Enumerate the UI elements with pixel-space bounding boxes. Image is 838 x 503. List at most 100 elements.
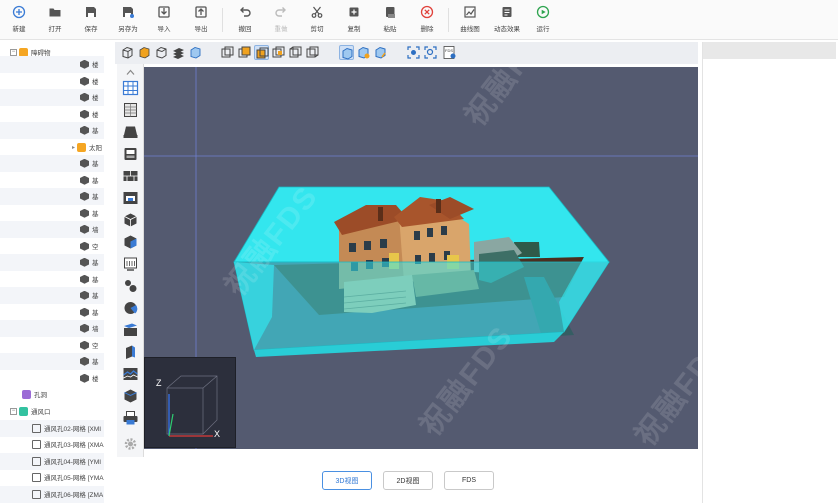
tree-item[interactable]: 基 xyxy=(0,155,104,172)
save-as-button[interactable]: 另存为 xyxy=(113,5,143,35)
animation-button[interactable]: 动态效果 xyxy=(492,5,522,35)
view-top-icon xyxy=(289,46,302,58)
select-mode-button[interactable] xyxy=(339,45,354,60)
tool-grid-button[interactable] xyxy=(122,80,139,96)
fds-settings-button[interactable]: FDS xyxy=(442,45,457,60)
tree-item[interactable]: 基 xyxy=(0,122,104,139)
redo-button[interactable]: 重做 xyxy=(266,5,296,35)
new-button[interactable]: 新建 xyxy=(4,5,34,35)
tree-item[interactable]: 楼 xyxy=(0,73,104,90)
export-button[interactable]: 导出 xyxy=(186,5,216,35)
import-button[interactable]: 导入 xyxy=(149,5,179,35)
tool-model-button[interactable] xyxy=(122,388,139,404)
tree-item-label: 楼 xyxy=(92,376,99,384)
tree-item[interactable]: 楼 xyxy=(0,89,104,106)
tool-sprinkler-button[interactable] xyxy=(122,234,139,250)
group-icon xyxy=(77,142,87,152)
delete-button[interactable]: 删除 xyxy=(412,5,442,35)
tool-slice-button[interactable] xyxy=(122,322,139,338)
tool-mesh-button[interactable] xyxy=(122,102,139,118)
tree-item[interactable]: 基 xyxy=(0,188,104,205)
tree-item[interactable]: 基 xyxy=(0,353,104,370)
wireframe-view-button[interactable] xyxy=(120,45,135,60)
import-icon xyxy=(158,6,170,18)
tool-device-button[interactable] xyxy=(122,344,139,360)
tree-node-holes[interactable]: 孔洞 xyxy=(0,386,104,403)
transparent-view-button[interactable] xyxy=(188,45,203,60)
tree-item-group[interactable]: ▸ 太阳 xyxy=(0,139,104,156)
fit-view-button[interactable] xyxy=(406,45,421,60)
view-left-icon xyxy=(256,47,269,59)
tree-item[interactable]: 基 xyxy=(0,205,104,222)
view-bottom-button[interactable] xyxy=(305,45,320,60)
vent-icon xyxy=(32,472,41,482)
tree-item[interactable]: 基 xyxy=(0,172,104,189)
move-mode-button[interactable] xyxy=(356,45,371,60)
tree-item[interactable]: 基 xyxy=(0,254,104,271)
tree-item[interactable]: 楼 xyxy=(0,370,104,387)
hole-icon xyxy=(22,389,31,399)
paste-icon xyxy=(386,7,395,18)
view-top-button[interactable] xyxy=(288,45,303,60)
tool-floor-button[interactable] xyxy=(122,190,139,206)
tool-vent-button[interactable] xyxy=(122,256,139,272)
tree-item[interactable]: 墙 xyxy=(0,221,104,238)
expand-arrow-icon[interactable]: ▸ xyxy=(72,144,75,151)
tool-wall-button[interactable] xyxy=(122,168,139,184)
rotate-mode-button[interactable] xyxy=(373,45,388,60)
tree-node-vents[interactable]: − 通风口 xyxy=(0,403,104,420)
chart-button[interactable]: 曲线图 xyxy=(455,5,485,35)
collapse-up-button[interactable] xyxy=(122,64,139,75)
tree-item[interactable]: 楼 xyxy=(0,106,104,123)
collapse-toggle-icon[interactable]: − xyxy=(10,48,17,56)
undo-button[interactable]: 撤回 xyxy=(230,5,260,35)
tree-item[interactable]: 空 xyxy=(0,337,104,354)
tool-fire-button[interactable] xyxy=(122,300,139,316)
open-button[interactable]: 打开 xyxy=(40,5,70,35)
tab-3d-view[interactable]: 3D视图 xyxy=(322,471,372,490)
tree-item-label: 空 xyxy=(92,244,99,252)
x-axis-label: X xyxy=(214,429,221,439)
view-left-button[interactable] xyxy=(254,45,269,60)
tree-item-vent[interactable]: 通风孔05-网格 [YMA xyxy=(0,469,104,486)
view-back-icon xyxy=(238,46,251,58)
save-button[interactable]: 保存 xyxy=(76,5,106,35)
cut-button[interactable]: 剪切 xyxy=(302,5,332,35)
outline-view-button[interactable] xyxy=(154,45,169,60)
tool-block-button[interactable] xyxy=(122,212,139,228)
tree-item[interactable]: 楼 xyxy=(0,56,104,73)
tree-item[interactable]: 墙 xyxy=(0,320,104,337)
view-front-button[interactable] xyxy=(220,45,235,60)
view-right-button[interactable] xyxy=(271,45,286,60)
tree-item[interactable]: 基 xyxy=(0,287,104,304)
tab-2d-view[interactable]: 2D视图 xyxy=(383,471,433,490)
tool-obstacle-button[interactable] xyxy=(122,124,139,140)
tree-item[interactable]: 基 xyxy=(0,271,104,288)
settings-button[interactable] xyxy=(122,436,139,452)
view-back-button[interactable] xyxy=(237,45,252,60)
run-button[interactable]: 运行 xyxy=(528,5,558,35)
tool-room-button[interactable] xyxy=(122,146,139,162)
paste-button[interactable]: 粘贴 xyxy=(375,5,405,35)
tree-item-label: 通风孔02-网格 [XMI xyxy=(44,426,102,434)
tab-fds[interactable]: FDS xyxy=(444,471,494,490)
gear-icon xyxy=(124,438,137,450)
tree-item-vent[interactable]: 通风孔06-网格 [ZMA xyxy=(0,486,104,503)
tree-item-vent[interactable]: 通风孔03-网格 [XMA xyxy=(0,436,104,453)
tree-item-vent[interactable]: 通风孔04-网格 [YMI xyxy=(0,453,104,470)
zoom-fit-button[interactable] xyxy=(423,45,438,60)
solid-view-button[interactable] xyxy=(137,45,152,60)
tool-particle-button[interactable] xyxy=(122,278,139,294)
layer-view-button[interactable] xyxy=(171,45,186,60)
collapse-toggle-icon[interactable]: − xyxy=(10,407,17,415)
tree-item-vent[interactable]: 通风孔02-网格 [XMI xyxy=(0,420,104,437)
properties-panel-header xyxy=(703,42,836,59)
copy-button[interactable]: 复制 xyxy=(339,5,369,35)
toolbar-divider xyxy=(448,8,449,32)
tool-print-button[interactable] xyxy=(122,410,139,426)
tree-item[interactable]: 空 xyxy=(0,238,104,255)
cube-icon xyxy=(156,46,167,59)
view-front-icon xyxy=(221,46,234,58)
tool-terrain-button[interactable] xyxy=(122,366,139,382)
tree-item[interactable]: 基 xyxy=(0,304,104,321)
